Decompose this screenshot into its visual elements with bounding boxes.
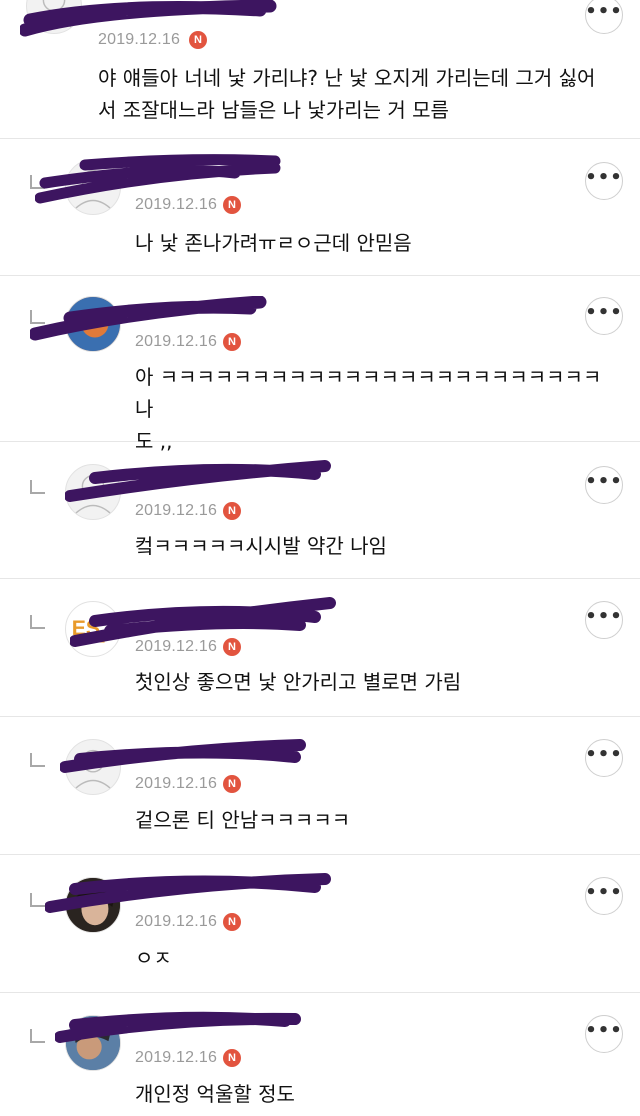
comment-item: 2019.12.16 N 겉으론 티 안남ㅋㅋㅋㅋㅋ •••	[0, 717, 640, 855]
comment-item: 2019.12.16 N 아 ㅋㅋㅋㅋㅋㅋㅋㅋㅋㅋㅋㅋㅋㅋㅋㅋㅋㅋㅋㅋㅋㅋㅋㅋ …	[0, 276, 640, 453]
new-badge: N	[223, 196, 241, 214]
comment-date: 2019.12.16	[135, 913, 218, 930]
more-options-button[interactable]: •••	[585, 297, 623, 335]
svg-text:ES: ES	[72, 617, 100, 640]
more-icon: •••	[585, 1, 623, 22]
new-badge: N	[223, 333, 241, 351]
comment-item: 2019.12.16 N 야 얘들아 너네 낯 가리냐? 난 낯 오지게 가리는…	[0, 0, 640, 139]
more-options-button[interactable]: •••	[585, 877, 623, 915]
comment-item: ES 2019.12.16 N 첫인상 좋으면 낯 안가리고 별로면 가림 ••…	[0, 579, 640, 717]
logo-avatar-icon[interactable]: ES	[65, 601, 121, 657]
photo-avatar-icon[interactable]	[65, 296, 121, 352]
comment-date: 2019.12.16	[98, 31, 181, 48]
default-avatar-icon[interactable]	[65, 464, 121, 520]
photo-avatar-icon[interactable]	[65, 877, 121, 933]
more-icon: •••	[585, 471, 623, 492]
more-icon: •••	[585, 1020, 623, 1041]
comment-item: 2019.12.16 N 나 낯 존나가려ㅠㄹㅇ근데 안믿음 •••	[0, 139, 640, 276]
comment-text: ㅇㅈ	[135, 946, 172, 970]
more-icon: •••	[585, 744, 623, 765]
reply-indicator-icon	[30, 310, 45, 324]
more-icon: •••	[585, 167, 623, 188]
comment-item: 2019.12.16 N 컼ㅋㅋㅋㅋㅋ시시발 약간 나임 •••	[0, 442, 640, 579]
comment-date: 2019.12.16	[135, 196, 218, 213]
new-badge: N	[189, 31, 207, 49]
comment-text: 컼ㅋㅋㅋㅋㅋ시시발 약간 나임	[135, 534, 387, 558]
new-badge: N	[223, 913, 241, 931]
more-icon: •••	[585, 302, 623, 323]
comment-list: 2019.12.16 N 야 얘들아 너네 낯 가리냐? 난 낯 오지게 가리는…	[0, 0, 640, 1116]
comment-text: 첫인상 좋으면 낯 안가리고 별로면 가림	[135, 670, 462, 694]
more-options-button[interactable]: •••	[585, 162, 623, 200]
comment-date: 2019.12.16	[135, 502, 218, 519]
more-options-button[interactable]: •••	[585, 466, 623, 504]
comment-item: 2019.12.16 N 개인정 억울할 정도 •••	[0, 993, 640, 1116]
comment-date: 2019.12.16	[135, 638, 218, 655]
more-icon: •••	[585, 882, 623, 903]
more-options-button[interactable]: •••	[585, 739, 623, 777]
comment-text: 나 낯 존나가려ㅠㄹㅇ근데 안믿음	[135, 231, 412, 255]
more-options-button[interactable]: •••	[585, 0, 623, 34]
reply-indicator-icon	[30, 480, 45, 494]
more-options-button[interactable]: •••	[585, 601, 623, 639]
reply-indicator-icon	[30, 615, 45, 629]
comment-date: 2019.12.16	[135, 333, 218, 350]
comment-item: 2019.12.16 N ㅇㅈ •••	[0, 855, 640, 993]
reply-indicator-icon	[30, 1029, 45, 1043]
comment-text: 겉으론 티 안남ㅋㅋㅋㅋㅋ	[135, 808, 351, 832]
more-icon: •••	[585, 606, 623, 627]
more-options-button[interactable]: •••	[585, 1015, 623, 1053]
new-badge: N	[223, 775, 241, 793]
default-avatar-icon[interactable]	[65, 739, 121, 795]
comment-date: 2019.12.16	[135, 775, 218, 792]
new-badge: N	[223, 1049, 241, 1067]
comment-text: 개인정 억울할 정도	[135, 1082, 295, 1106]
default-avatar-icon[interactable]	[26, 0, 82, 34]
reply-indicator-icon	[30, 175, 45, 189]
reply-indicator-icon	[30, 753, 45, 767]
new-badge: N	[223, 502, 241, 520]
comment-date: 2019.12.16	[135, 1049, 218, 1066]
photo-avatar-icon[interactable]	[65, 1015, 121, 1071]
default-avatar-icon[interactable]	[65, 159, 121, 215]
new-badge: N	[223, 638, 241, 656]
comment-text: 야 얘들아 너네 낯 가리냐? 난 낯 오지게 가리는데 그거 싫어 서 조잘대…	[98, 66, 596, 122]
reply-indicator-icon	[30, 893, 45, 907]
